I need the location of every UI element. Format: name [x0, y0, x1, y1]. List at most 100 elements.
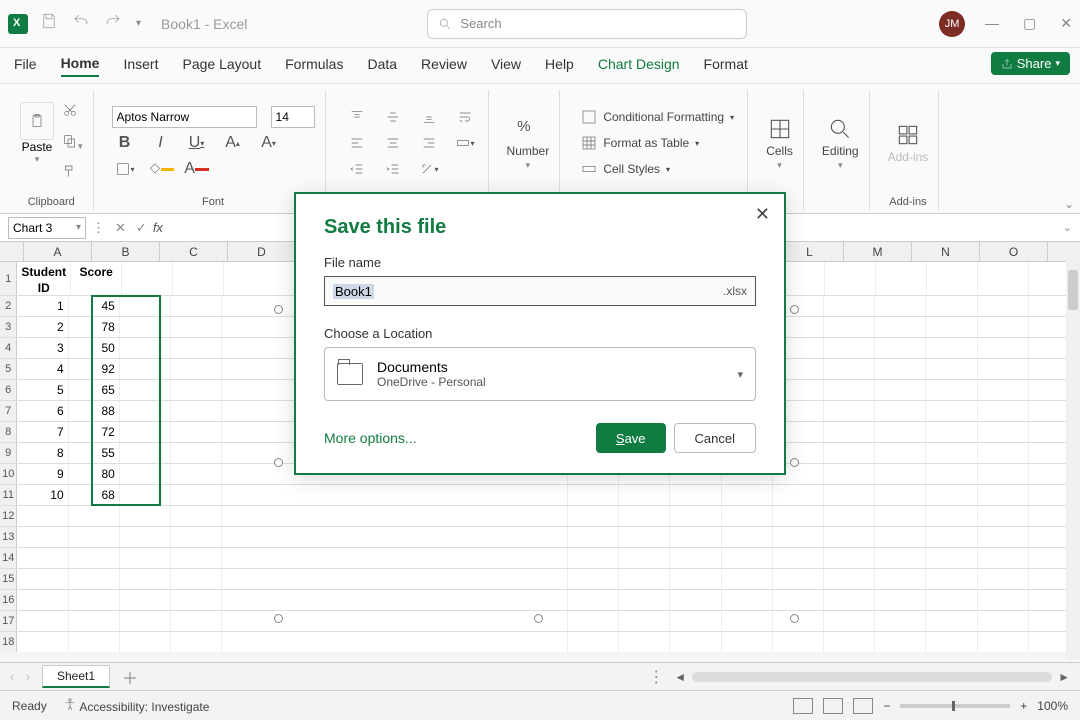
cancel-formula-icon[interactable]: ✕ [115, 220, 126, 236]
chart-handle[interactable] [274, 305, 283, 314]
align-right-icon[interactable] [416, 132, 442, 154]
cell[interactable] [122, 262, 173, 295]
cell[interactable] [173, 262, 224, 295]
cell[interactable] [120, 380, 171, 400]
align-center-icon[interactable] [380, 132, 406, 154]
cell[interactable] [120, 443, 171, 463]
col-header[interactable]: C [160, 242, 228, 261]
cell[interactable]: 68 [69, 485, 120, 505]
cell[interactable]: Score [71, 262, 122, 295]
cell[interactable] [978, 401, 1029, 421]
cell[interactable] [69, 569, 120, 589]
cell[interactable] [69, 548, 120, 568]
decrease-indent-icon[interactable] [344, 158, 370, 180]
namebox-menu-icon[interactable]: ⋮ [92, 220, 105, 236]
tab-help[interactable]: Help [545, 56, 574, 76]
add-sheet-button[interactable]: ＋ [122, 665, 138, 689]
cell[interactable] [978, 422, 1029, 442]
cell[interactable] [926, 380, 977, 400]
cell[interactable] [171, 464, 222, 484]
cell[interactable] [773, 527, 824, 547]
location-select[interactable]: Documents OneDrive - Personal ▾ [324, 347, 756, 401]
tab-file[interactable]: File [14, 56, 37, 76]
cell[interactable] [824, 338, 875, 358]
cell[interactable] [568, 611, 619, 631]
cell[interactable]: 3 [17, 338, 68, 358]
enter-formula-icon[interactable]: ✓ [136, 220, 147, 236]
sheet-tab[interactable]: Sheet1 [42, 665, 110, 688]
maximize-icon[interactable]: ▢ [1023, 15, 1036, 32]
fx-icon[interactable]: fx [153, 220, 163, 235]
cell[interactable]: 10 [17, 485, 68, 505]
cell[interactable] [978, 380, 1029, 400]
cell[interactable] [773, 485, 824, 505]
cell[interactable] [17, 506, 68, 526]
cell[interactable] [875, 590, 926, 610]
align-left-icon[interactable] [344, 132, 370, 154]
font-size-select[interactable] [271, 106, 315, 128]
orientation-icon[interactable]: ▾ [416, 158, 442, 180]
cell[interactable] [222, 485, 568, 505]
cell[interactable]: 65 [69, 380, 120, 400]
cell[interactable] [978, 632, 1029, 652]
cell[interactable] [171, 590, 222, 610]
zoom-out-icon[interactable]: − [883, 699, 890, 713]
cell[interactable] [722, 485, 773, 505]
cell[interactable] [926, 527, 977, 547]
cells-button[interactable]: Cells▾ [766, 116, 793, 171]
increase-indent-icon[interactable] [380, 158, 406, 180]
tab-data[interactable]: Data [367, 56, 397, 76]
undo-icon[interactable] [72, 12, 90, 35]
italic-button[interactable]: I [148, 132, 174, 154]
row-header[interactable]: 14 [0, 548, 17, 568]
cell[interactable] [926, 338, 977, 358]
cell[interactable] [824, 590, 875, 610]
cell[interactable] [824, 569, 875, 589]
cell[interactable] [824, 359, 875, 379]
cell[interactable] [619, 590, 670, 610]
row-header[interactable]: 9 [0, 443, 17, 463]
cell[interactable] [926, 548, 977, 568]
tab-formulas[interactable]: Formulas [285, 56, 343, 76]
cell[interactable] [978, 506, 1029, 526]
cell[interactable] [171, 611, 222, 631]
cell[interactable] [824, 380, 875, 400]
cell[interactable] [120, 611, 171, 631]
editing-button[interactable]: Editing▾ [822, 116, 859, 171]
cell[interactable] [978, 527, 1029, 547]
cell[interactable] [875, 632, 926, 652]
minimize-icon[interactable]: — [985, 15, 999, 32]
cell[interactable] [875, 296, 926, 316]
scroll-left-icon[interactable]: ◄ [674, 670, 686, 684]
cell[interactable] [926, 422, 977, 442]
row-header[interactable]: 18 [0, 632, 17, 652]
cell[interactable] [670, 611, 721, 631]
cell[interactable] [824, 296, 875, 316]
row-header[interactable]: 6 [0, 380, 17, 400]
save-icon[interactable] [40, 12, 58, 35]
cell[interactable] [619, 506, 670, 526]
cell[interactable] [876, 262, 927, 295]
chart-handle[interactable] [274, 458, 283, 467]
cell[interactable] [69, 590, 120, 610]
chart-handle[interactable] [274, 614, 283, 623]
cell[interactable] [171, 296, 222, 316]
cell[interactable] [875, 443, 926, 463]
cell[interactable] [222, 527, 568, 547]
number-format-button[interactable]: % Number ▾ [507, 116, 550, 171]
cell[interactable] [120, 485, 171, 505]
cell[interactable]: 9 [17, 464, 68, 484]
cell[interactable] [120, 548, 171, 568]
row-header[interactable]: 16 [0, 590, 17, 610]
cell[interactable] [69, 527, 120, 547]
cell[interactable] [978, 317, 1029, 337]
cell[interactable] [926, 506, 977, 526]
cell[interactable] [927, 262, 978, 295]
chart-handle[interactable] [790, 614, 799, 623]
cell[interactable]: 88 [69, 401, 120, 421]
cell[interactable] [926, 632, 977, 652]
col-header[interactable]: N [912, 242, 980, 261]
normal-view-icon[interactable] [793, 698, 813, 714]
cell[interactable] [722, 632, 773, 652]
cell[interactable] [722, 548, 773, 568]
